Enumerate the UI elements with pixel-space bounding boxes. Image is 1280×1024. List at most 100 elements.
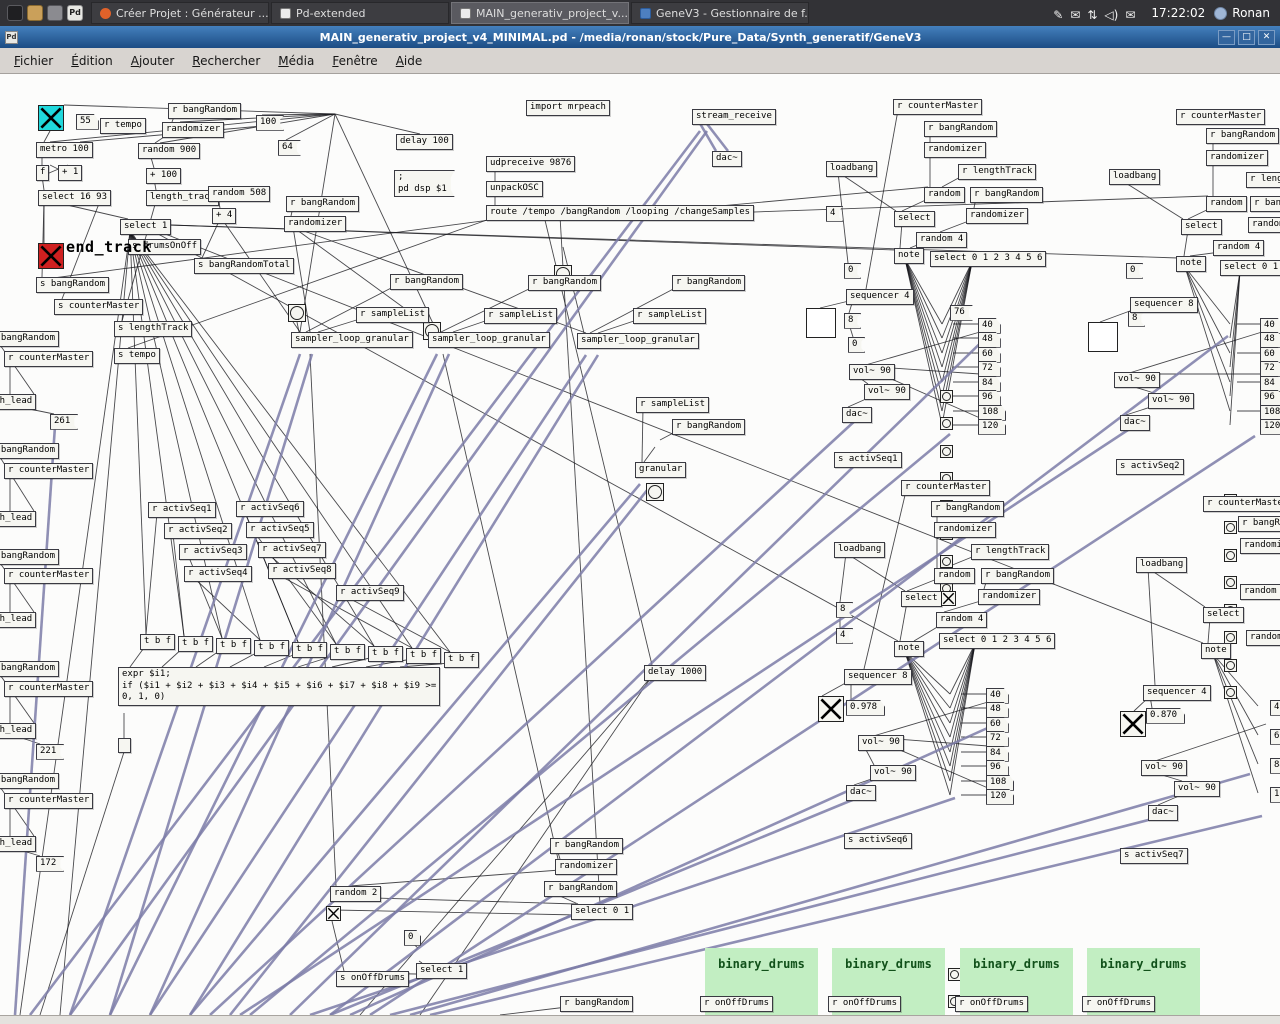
pd-object-r-samplelist[interactable]: r sampleList [356, 307, 429, 323]
pd-object-vol-90[interactable]: vol~ 90 [858, 735, 904, 751]
pd-object-randomizer[interactable]: randomizer [1248, 217, 1280, 233]
pd-object-r-onoffdrums[interactable]: r onOffDrums [1082, 996, 1155, 1012]
pd-object-r-samplelist[interactable]: r sampleList [484, 308, 557, 324]
pd-message-100[interactable]: 100 [256, 115, 284, 131]
pd-object-sequencer-4[interactable]: sequencer 4 [1143, 685, 1211, 701]
pd-object-r-samplelist[interactable]: r sampleList [633, 308, 706, 324]
pd-object-metro-100[interactable]: metro 100 [36, 142, 93, 158]
pd-bang[interactable] [1224, 549, 1237, 562]
pd-message-8[interactable]: 8 [1128, 311, 1145, 327]
pd-number-108[interactable]: 108 [986, 775, 1014, 791]
pd-object-r-countermaster[interactable]: r counterMaster [4, 681, 93, 697]
pd-object-s-activseq7[interactable]: s activSeq7 [1120, 848, 1188, 864]
pd-object-s-bangrandomtotal[interactable]: s bangRandomTotal [194, 258, 294, 274]
pd-object-dac[interactable]: dac~ [712, 151, 742, 167]
pd-bang[interactable] [1224, 659, 1237, 672]
pd-object-r-lengthtrack[interactable]: r lengthTrack [971, 544, 1049, 560]
pd-object-t-b-f[interactable]: t b f [406, 648, 441, 664]
pd-object-r-activseq2[interactable]: r activSeq2 [164, 523, 232, 539]
terminal-icon[interactable] [7, 5, 23, 21]
pd-object-random[interactable]: random [1240, 584, 1280, 600]
pd-message-0[interactable]: 0 [844, 263, 861, 279]
pd-number-40[interactable]: 40 [978, 318, 1001, 334]
pd-object-vol-90[interactable]: vol~ 90 [864, 384, 910, 400]
pd-object-r-lengthtrack[interactable]: r lengthTrack [958, 164, 1036, 180]
pd-object-r-countermaster[interactable]: r counterMaster [1176, 109, 1265, 125]
pd-object-r-activseq9[interactable]: r activSeq9 [336, 585, 404, 601]
pd-object-randomizer[interactable]: randomizer [1206, 150, 1268, 166]
pd-object-random-4[interactable]: random 4 [1246, 630, 1280, 646]
pd-object-randomizer[interactable]: randomizer [555, 859, 617, 875]
pd-number-84[interactable]: 84 [986, 746, 1009, 762]
pd-gui-square[interactable] [806, 308, 836, 338]
pd-object-r-bangrandom[interactable]: r bangRandom [0, 443, 59, 459]
pd-object-s-bangrandom[interactable]: s bangRandom [36, 277, 109, 293]
pd-object-randomizer[interactable]: randomizer [162, 122, 224, 138]
pd-comment-end-track[interactable]: end_track [66, 238, 152, 258]
pd-object-r-activseq8[interactable]: r activSeq8 [268, 563, 336, 579]
edit-icon[interactable]: ✎ [1053, 8, 1063, 22]
file-manager-icon[interactable] [27, 5, 43, 21]
taskbar-window-cr-er-projet-g-n-rateur[interactable]: Créer Projet : Générateur ... [91, 2, 269, 24]
pd-object-r-bangrandom[interactable]: r bangRandom [1250, 196, 1280, 212]
pd-number-40[interactable]: 40 [1260, 318, 1280, 334]
pd-object-random-4[interactable]: random 4 [1213, 240, 1264, 256]
pd-object-sequencer-8[interactable]: sequencer 8 [844, 669, 912, 685]
pd-bang[interactable] [646, 483, 664, 501]
pd-object-r-bangrandom[interactable]: r bangRandom [560, 996, 633, 1012]
pd-object-vol-90[interactable]: vol~ 90 [849, 364, 895, 380]
pd-message-4[interactable]: 4 [826, 206, 843, 222]
pd-object-r-bangrandom[interactable]: r bangRandom [672, 419, 745, 435]
pd-object-select[interactable]: select [901, 591, 942, 607]
pd-number-40[interactable]: 40 [986, 688, 1009, 704]
pd-object-synth-lead[interactable]: synth_lead [0, 394, 36, 410]
pd-object-s-onoffdrums[interactable]: s onOffDrums [336, 971, 409, 987]
minimize-button[interactable]: — [1218, 30, 1235, 45]
pd-object-loadbang[interactable]: loadbang [1136, 557, 1187, 573]
menu-ajouter[interactable]: Ajouter [122, 50, 184, 72]
pd-object-delay-100[interactable]: delay 100 [396, 134, 453, 150]
pd-object-r-countermaster[interactable]: r counterMaster [4, 568, 93, 584]
pd-bang[interactable] [1224, 576, 1237, 589]
pd-object-random[interactable]: random [924, 187, 965, 203]
pd-bang[interactable] [1224, 521, 1237, 534]
pd-number-108[interactable]: 108 [1260, 405, 1280, 421]
pd-object-loadbang[interactable]: loadbang [826, 161, 877, 177]
pd-object-random-508[interactable]: random 508 [208, 186, 270, 202]
pd-object-r-onoffdrums[interactable]: r onOffDrums [828, 996, 901, 1012]
pd-object-route-tempo-bangrandom-looping-changesamples[interactable]: route /tempo /bangRandom /looping /chang… [486, 205, 754, 221]
pd-object-dac[interactable]: dac~ [846, 785, 876, 801]
pd-object-t-b-f[interactable]: t b f [368, 646, 403, 662]
pd-object-select-0-1[interactable]: select 0 1 [571, 904, 633, 920]
pd-object-vol-90[interactable]: vol~ 90 [1174, 781, 1220, 797]
pd-object-select[interactable]: select [894, 211, 935, 227]
pd-object-r-countermaster[interactable]: r counterMaster [901, 480, 990, 496]
pd-object-delay-1000[interactable]: delay 1000 [644, 665, 706, 681]
pd-object-vol-90[interactable]: vol~ 90 [1148, 393, 1194, 409]
pd-toggle[interactable] [38, 243, 64, 269]
pd-message-172[interactable]: 172 [36, 856, 64, 872]
paint-icon[interactable] [47, 5, 63, 21]
pd-object-r-bangrandom[interactable]: r bangRandom [1238, 516, 1280, 532]
pd-object-s-activseq1[interactable]: s activSeq1 [834, 452, 902, 468]
pd-object-f[interactable]: f [36, 165, 49, 181]
pd-object-dac[interactable]: dac~ [1120, 415, 1150, 431]
pd-object-sequencer-8[interactable]: sequencer 8 [1130, 297, 1198, 313]
pd-object-random[interactable]: random [1206, 196, 1247, 212]
pd-object-synth-lead[interactable]: synth_lead [0, 723, 36, 739]
pd-number-72[interactable]: 72 [1260, 361, 1280, 377]
menu-fen-tre[interactable]: Fenêtre [323, 50, 386, 72]
pd-message-pd-dsp-1[interactable]: ; pd dsp $1 [394, 170, 455, 197]
pd-object-unpackosc[interactable]: unpackOSC [486, 181, 543, 197]
pd-toggle[interactable] [941, 591, 956, 606]
pd-object-r-tempo[interactable]: r tempo [100, 118, 146, 134]
pd-object-randomizer[interactable]: randomizer [284, 216, 346, 232]
pd-object-random-2[interactable]: random 2 [330, 886, 381, 902]
pd-object-r-bangrandom[interactable]: r bangRandom [0, 331, 59, 347]
pd-object-sequencer-4[interactable]: sequencer 4 [846, 289, 914, 305]
pd-object-random[interactable]: random [934, 568, 975, 584]
pd-gui-square[interactable] [1088, 322, 1118, 352]
pd-bang[interactable] [940, 445, 953, 458]
pd-number-40[interactable]: 40 [1270, 700, 1280, 716]
pd-number-120[interactable]: 120 [986, 789, 1014, 805]
